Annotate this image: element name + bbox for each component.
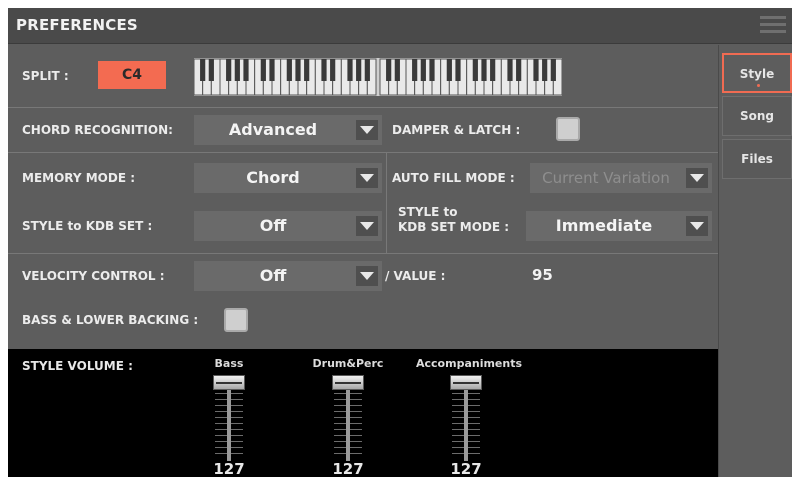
black-key[interactable] [304,59,310,81]
black-key[interactable] [446,59,452,81]
tab-song[interactable]: Song [722,96,792,136]
style-volume-label: STYLE VOLUME : [22,359,133,373]
memory-mode-value: Chord [246,168,300,187]
style-to-kdb-label: STYLE to KDB SET : [22,219,153,233]
channel-value: 127 [332,460,364,477]
volume-channel-accompaniments: Accompaniments 127 [416,357,523,477]
channel-name: Bass [214,357,244,370]
channel-value: 127 [450,460,482,477]
bass-lower-backing-checkbox[interactable] [224,308,248,332]
black-key[interactable] [286,59,292,81]
black-key[interactable] [507,59,513,81]
tab-label: Style [739,67,775,81]
black-key[interactable] [269,59,275,81]
black-key[interactable] [472,59,478,81]
page-title: PREFERENCES [16,16,138,34]
auto-fill-mode-value: Current Variation [542,169,670,187]
volume-channel-bass: Bass 127 [179,357,279,477]
black-key[interactable] [429,59,435,81]
auto-fill-mode-select[interactable]: Current Variation [530,163,712,193]
black-key[interactable] [321,59,327,81]
divider [386,153,387,253]
velocity-value-label: / VALUE : [385,269,446,283]
style-to-kdb-mode-label-line1: STYLE to [398,205,458,219]
black-key[interactable] [234,59,240,81]
style-to-kdb-mode-label-line2: KDB SET MODE : [398,220,510,234]
bass-lower-backing-label: BASS & LOWER BACKING : [22,313,199,327]
menu-icon[interactable] [760,16,786,36]
black-key[interactable] [412,59,418,81]
black-key[interactable] [260,59,266,81]
fader-track [227,385,231,461]
chevron-down-icon [686,168,708,188]
title-bar: PREFERENCES [8,8,792,44]
black-key[interactable] [295,59,301,81]
chord-recognition-select[interactable]: Advanced [194,115,382,145]
black-key[interactable] [386,59,392,81]
tab-style[interactable]: Style [722,53,792,93]
style-to-kdb-value: Off [259,216,287,235]
chevron-down-icon [356,266,378,286]
black-key[interactable] [490,59,496,81]
black-key[interactable] [347,59,353,81]
memory-mode-select[interactable]: Chord [194,163,382,193]
style-volume-panel: STYLE VOLUME : Bass 127 Drum&Perc 127 Ac… [8,349,718,477]
black-key[interactable] [200,59,206,81]
memory-mode-label: MEMORY MODE : [22,171,136,185]
damper-latch-checkbox[interactable] [556,117,580,141]
chevron-down-icon [686,216,708,236]
black-key[interactable] [356,59,362,81]
black-key[interactable] [481,59,487,81]
split-label: SPLIT : [22,69,69,83]
velocity-value[interactable]: 95 [532,266,553,284]
tab-label: Files [741,152,773,166]
black-key[interactable] [455,59,461,81]
tab-files[interactable]: Files [722,139,792,179]
preferences-screen: PREFERENCES SPLIT : C4 CHORD RECOGNITION… [8,8,792,477]
volume-channel-drum-perc: Drum&Perc 127 [298,357,398,477]
fader-knob[interactable] [213,375,245,390]
channel-name: Accompaniments [416,357,523,370]
black-key[interactable] [226,59,232,81]
divider [8,107,718,108]
channel-name: Drum&Perc [312,357,384,370]
chevron-down-icon [356,168,378,188]
velocity-control-value: Off [259,266,287,285]
velocity-control-label: VELOCITY CONTROL : [22,269,165,283]
main-panel: SPLIT : C4 CHORD RECOGNITION: Advanced D… [8,45,718,477]
black-key[interactable] [550,59,556,81]
fader-knob[interactable] [450,375,482,390]
divider [8,152,718,153]
style-to-kdb-mode-value: Immediate [555,216,653,235]
split-keyboard[interactable] [194,58,562,96]
side-tab-bar: Style Song Files [718,45,792,477]
black-key[interactable] [243,59,249,81]
style-to-kdb-select[interactable]: Off [194,211,382,241]
chord-recognition-value: Advanced [228,120,318,139]
style-to-kdb-mode-select[interactable]: Immediate [526,211,712,241]
channel-value: 127 [213,460,245,477]
chord-recognition-label: CHORD RECOGNITION: [22,123,173,137]
black-key[interactable] [330,59,336,81]
black-key[interactable] [420,59,426,81]
chevron-down-icon [356,216,378,236]
black-key[interactable] [208,59,214,81]
split-value-button[interactable]: C4 [98,61,166,89]
velocity-control-select[interactable]: Off [194,261,382,291]
black-key[interactable] [394,59,400,81]
auto-fill-mode-label: AUTO FILL MODE : [392,171,515,185]
fader-track [346,385,350,461]
damper-latch-label: DAMPER & LATCH : [392,123,521,137]
black-key[interactable] [542,59,548,81]
fader-knob[interactable] [332,375,364,390]
fader-track [464,385,468,461]
chevron-down-icon [356,120,378,140]
black-key[interactable] [516,59,522,81]
black-key[interactable] [364,59,370,81]
tab-label: Song [739,109,775,123]
active-indicator [757,84,760,87]
black-key[interactable] [533,59,539,81]
divider [8,253,718,254]
